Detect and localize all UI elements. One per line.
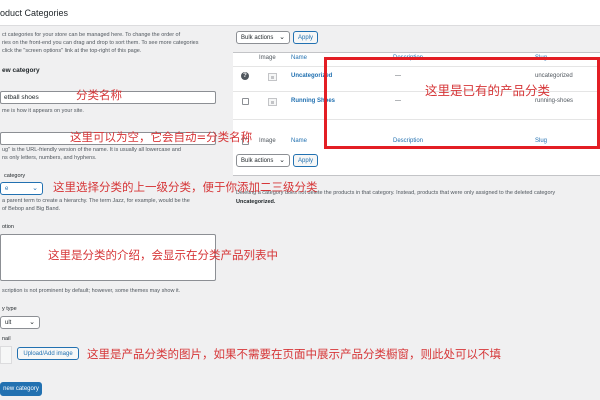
chevron-down-icon: ⌄ — [32, 185, 38, 192]
add-category-heading: ew category — [2, 67, 40, 74]
add-category-form: ct categories for your store can be mana… — [0, 28, 228, 400]
add-category-submit-button[interactable]: new category — [0, 382, 42, 396]
annotation-parent: 这里选择分类的上一级分类，便于你添加二三级分类 — [53, 180, 318, 194]
bulk-actions-select-bottom[interactable]: Bulk actions ⌄ — [236, 154, 290, 167]
chevron-down-icon: ⌄ — [279, 34, 285, 41]
slug-hint-line: ns only letters, numbers, and hyphens. — [2, 155, 97, 161]
row-checkbox[interactable] — [242, 98, 249, 105]
display-type-select[interactable]: ult ⌄ — [0, 316, 40, 329]
parent-category-label: category — [4, 173, 26, 179]
description-label: otion — [2, 224, 14, 230]
annotation-existing-categories: 这里是已有的产品分类 — [425, 83, 551, 98]
bulk-actions-label: Bulk actions — [241, 157, 274, 164]
image-placeholder-icon — [268, 73, 277, 81]
column-footer-name[interactable]: Name — [291, 138, 307, 144]
annotation-thumbnail: 这里是产品分类的图片，如果不需要在页面中展示产品分类橱窗，则此处可以不填 — [87, 347, 501, 361]
chevron-down-icon: ⌄ — [29, 319, 35, 326]
intro-text-line: click the "screen options" link at the t… — [2, 48, 142, 54]
help-icon[interactable]: ? — [241, 72, 249, 80]
parent-hint-line: of Bebop and Big Band. — [2, 206, 61, 212]
description-hint: scription is not prominent by default; h… — [2, 288, 181, 294]
display-type-label: y type — [2, 306, 17, 312]
slug-hint-line: ug" is the URL-friendly version of the n… — [2, 147, 181, 153]
top-header-bar: oduct Categories — [0, 0, 600, 26]
bulk-actions-select[interactable]: Bulk actions ⌄ — [236, 31, 290, 44]
page-title: oduct Categories — [0, 8, 69, 18]
thumbnail-label: nail — [2, 336, 11, 342]
upload-image-button[interactable]: Upload/Add image — [17, 347, 79, 360]
existing-categories-highlight-box — [324, 57, 600, 149]
annotation-name: 分类名称 — [76, 88, 122, 102]
apply-button[interactable]: Apply — [293, 31, 318, 44]
parent-hint-line: a parent term to create a hierarchy. The… — [2, 198, 190, 204]
parent-selected-value: e — [5, 185, 9, 192]
intro-text-line: ct categories for your store can be mana… — [2, 32, 181, 38]
annotation-slug: 这里可以为空，它会自动=分类名称 — [70, 130, 253, 144]
thumbnail-preview — [0, 346, 12, 364]
annotation-description: 这里是分类的介绍，会显示在分类产品列表中 — [48, 248, 278, 262]
apply-button-bottom[interactable]: Apply — [293, 154, 318, 167]
column-header-name[interactable]: Name — [291, 55, 307, 61]
image-placeholder-icon — [268, 98, 277, 106]
column-footer-image: Image — [259, 138, 276, 144]
name-hint: me is how it appears on your site. — [2, 108, 84, 114]
delete-note-line: Uncategorized. — [236, 199, 276, 205]
column-header-image: Image — [259, 55, 276, 61]
parent-category-select[interactable]: e ⌄ — [0, 182, 43, 195]
intro-text-line: ries on the front-end you can drag and d… — [2, 40, 199, 46]
chevron-down-icon: ⌄ — [279, 157, 285, 164]
display-type-value: ult — [5, 319, 12, 326]
bulk-actions-label: Bulk actions — [241, 34, 274, 41]
